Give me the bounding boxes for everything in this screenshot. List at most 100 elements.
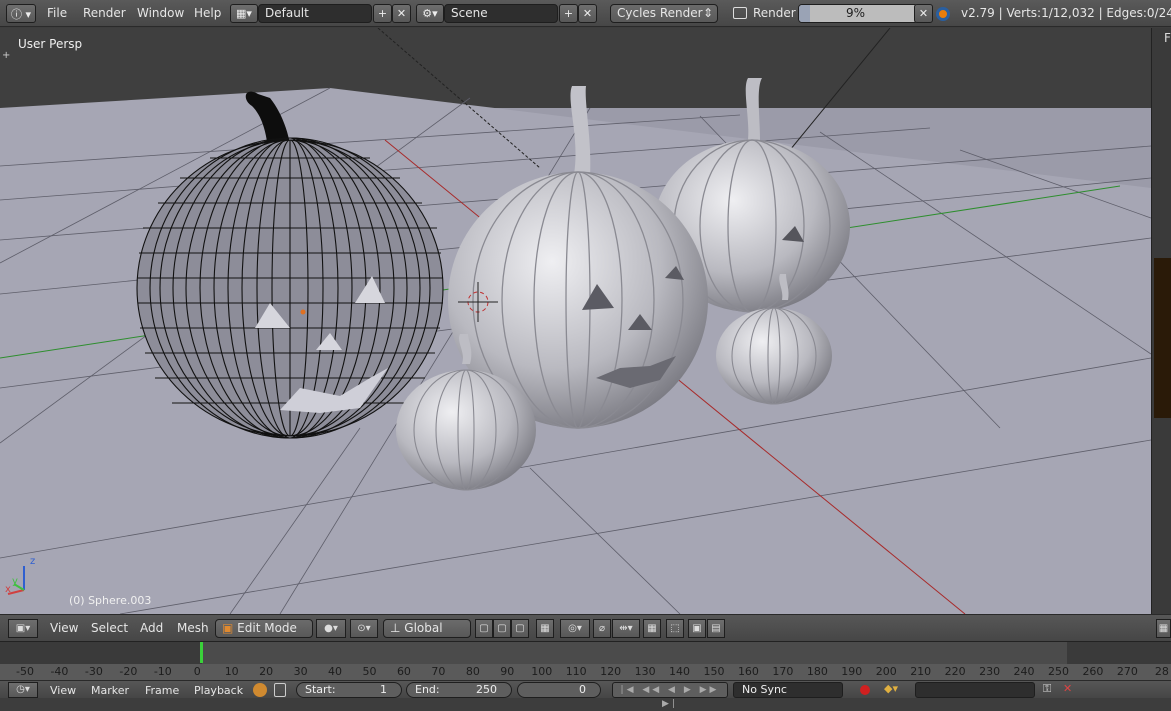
opengl-render-icon[interactable]: ⬚ [666, 619, 684, 638]
menu-help[interactable]: Help [194, 4, 221, 23]
vertex-select-icon[interactable]: ▢ [475, 619, 493, 638]
ruler-tick-label: 40 [328, 665, 343, 678]
snap-icon[interactable]: ⌀ [593, 619, 611, 638]
preview-range-icon[interactable] [253, 683, 267, 697]
ruler-tick-label: 160 [737, 665, 759, 678]
timeline-editor-type-button[interactable]: ◷▾ [8, 682, 38, 698]
ruler-tick-label: 0 [193, 665, 201, 678]
timeline-area[interactable] [0, 641, 1171, 665]
viewport-shading-button[interactable]: ●▾ [316, 619, 346, 638]
ruler-tick-label: 180 [806, 665, 828, 678]
ruler-tick-label: -20 [119, 665, 138, 678]
render-engine-select[interactable]: Cycles Render ⇕ [610, 4, 718, 23]
current-frame-value: 0 [579, 683, 586, 696]
face-select-icon[interactable]: ▢ [511, 619, 529, 638]
region-toggle-plus-icon[interactable]: + [2, 50, 10, 61]
edge-select-icon[interactable]: ▢ [493, 619, 511, 638]
ruler-tick-label: -40 [50, 665, 69, 678]
playback-controls[interactable]: |◀ ◀◀ ◀ ▶ ▶▶ ▶| [612, 682, 728, 709]
ruler-tick-label: -50 [16, 665, 34, 678]
timeline-ruler[interactable]: -50 -40 -30 -20 -10 0 10 20 30 40 50 60 70 80 90 100 110… [0, 664, 1171, 680]
render-progress-bar: 9% [798, 4, 918, 23]
screen-layout-field[interactable]: Default [258, 4, 372, 23]
menu-view[interactable]: View [50, 620, 78, 637]
axis-z-label: z [30, 556, 35, 567]
ruler-tick-label: 120 [600, 665, 622, 678]
ruler-tick-label: -10 [153, 665, 172, 678]
ruler-tick-label: 220 [944, 665, 966, 678]
menu-select[interactable]: Select [91, 620, 128, 637]
ruler-tick-label: 10 [224, 665, 239, 678]
ruler-tick-label: 190 [841, 665, 863, 678]
transform-orientation-select[interactable]: ⊥ Global [383, 619, 471, 638]
ruler-tick-label: 240 [1013, 665, 1035, 678]
axis-y-label: y [12, 576, 18, 587]
delete-keyframe-icon[interactable]: ✕ [1063, 682, 1072, 695]
proportional-edit-button[interactable]: ◎▾ [560, 619, 590, 638]
cancel-render-icon[interactable]: ✕ [914, 4, 933, 23]
render-animation-icon[interactable]: ▤ [707, 619, 725, 638]
3d-viewport[interactable]: z x y User Persp (0) Sphere.003 + [0, 28, 1151, 614]
start-frame-field[interactable]: Start: 1 [296, 682, 402, 698]
add-layout-icon[interactable]: + [373, 4, 392, 23]
timeline-menu-frame[interactable]: Frame [145, 683, 179, 699]
scene-stats: v2.79 | Verts:1/12,032 | Edges:0/24,023 … [961, 6, 1171, 20]
current-frame-marker[interactable] [200, 642, 203, 663]
timeline-menu-playback[interactable]: Playback [194, 683, 243, 699]
end-frame-field[interactable]: End: 250 [406, 682, 512, 698]
ruler-tick-label: 150 [703, 665, 725, 678]
menu-render[interactable]: Render [83, 4, 126, 23]
right-header-icon[interactable]: ▦ [1156, 619, 1171, 638]
record-icon[interactable] [860, 685, 870, 695]
remove-scene-icon[interactable]: ✕ [578, 4, 597, 23]
3d-view-header: ▣▾ View Select Add Mesh ▣ Edit Mode ●▾ ⊙… [0, 614, 1171, 641]
ruler-tick-label: 90 [500, 665, 515, 678]
ruler-tick-label: 28 [1154, 665, 1169, 678]
camera-icon [733, 7, 747, 19]
keying-set-icon[interactable]: ◆▾ [884, 682, 898, 695]
edit-mode-icon: ▣ [222, 621, 234, 635]
menu-add[interactable]: Add [140, 620, 163, 637]
menu-file[interactable]: File [47, 4, 67, 23]
sync-label: No Sync [742, 683, 787, 696]
menu-window[interactable]: Window [137, 4, 184, 23]
active-object-label: (0) Sphere.003 [69, 594, 152, 607]
right-panel-image [1154, 258, 1171, 418]
ruler-tick-label: 250 [1048, 665, 1069, 678]
orientation-label: Global [404, 621, 443, 635]
current-frame-field[interactable]: 0 [517, 682, 601, 698]
ruler-tick-label: 200 [875, 665, 897, 678]
viewport-scene: z x y [0, 28, 1151, 614]
mode-label: Edit Mode [237, 621, 297, 635]
top-info-bar: ⓘ ▾ File Render Window Help ▦▾ Default +… [0, 0, 1171, 27]
insert-keyframe-icon[interactable]: ⚿ [1043, 682, 1051, 696]
timeline-menu-marker[interactable]: Marker [91, 683, 129, 699]
render-button[interactable]: Render [753, 4, 796, 23]
render-progress-text: 9% [845, 6, 865, 20]
snap-target-icon[interactable]: ▦ [643, 619, 661, 638]
snap-element-button[interactable]: ⇹▾ [612, 619, 640, 638]
render-progress-fill [799, 5, 810, 22]
timeline-menu-view[interactable]: View [50, 683, 76, 699]
sync-mode-select[interactable]: No Sync [733, 682, 843, 698]
right-panel-strip[interactable]: F [1151, 28, 1171, 614]
add-scene-icon[interactable]: + [559, 4, 578, 23]
screen-layout-icon[interactable]: ▦▾ [230, 4, 258, 23]
menu-mesh[interactable]: Mesh [177, 620, 209, 637]
blender-logo-icon [936, 7, 950, 21]
ruler-tick-label: 20 [259, 665, 274, 678]
render-still-icon[interactable]: ▣ [688, 619, 706, 638]
keying-set-field[interactable] [915, 682, 1035, 698]
remove-layout-icon[interactable]: ✕ [392, 4, 411, 23]
ruler-tick-label: 60 [396, 665, 411, 678]
limit-selection-icon[interactable]: ▦ [536, 619, 554, 638]
editor-type-button[interactable]: ▣▾ [8, 619, 38, 638]
info-editor-type-button[interactable]: ⓘ ▾ [6, 4, 36, 23]
pivot-point-button[interactable]: ⊙▾ [350, 619, 378, 638]
lock-icon[interactable] [274, 683, 286, 697]
scene-icon[interactable]: ⚙▾ [416, 4, 444, 23]
scene-field[interactable]: Scene [444, 4, 558, 23]
mode-select[interactable]: ▣ Edit Mode [215, 619, 313, 638]
start-label: Start: [305, 683, 336, 696]
view-name-label: User Persp [18, 37, 83, 51]
